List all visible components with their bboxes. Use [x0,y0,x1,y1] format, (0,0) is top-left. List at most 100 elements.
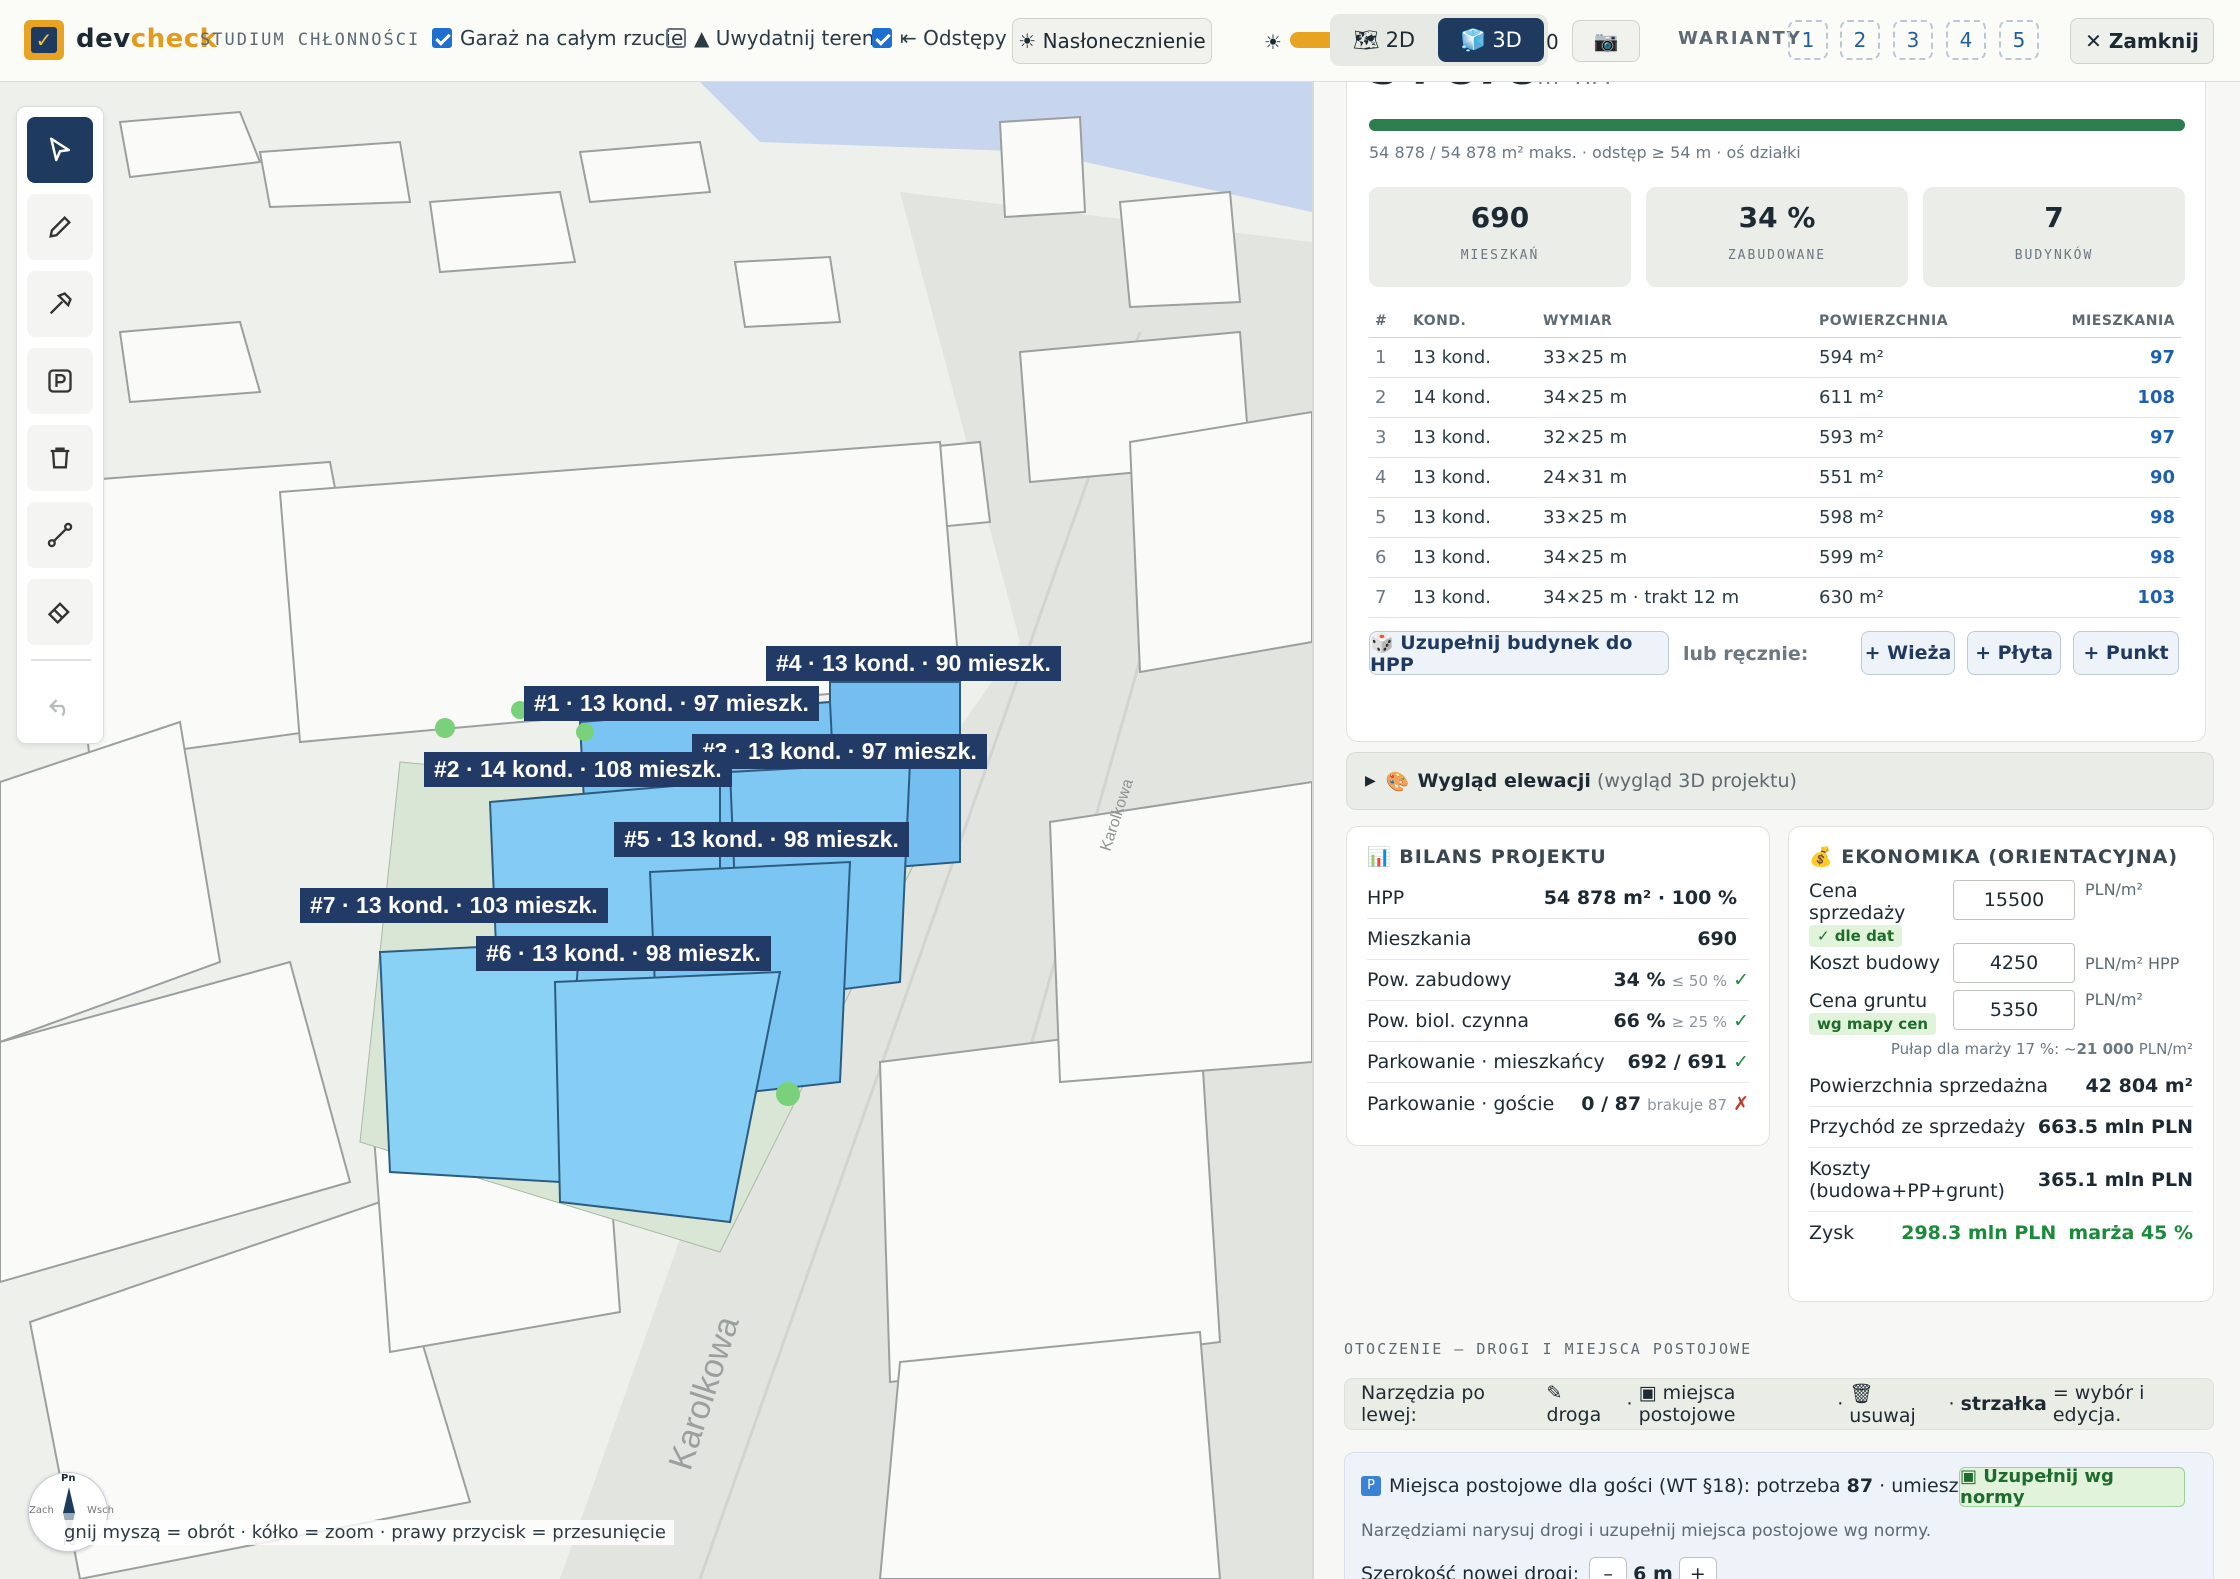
fill-parking-button[interactable]: ▣ Uzupełnij wg normy [1959,1466,2185,1508]
mode-3d-button[interactable]: 🧊 3D [1438,18,1544,62]
economics-title: 💰 EKONOMIKA (ORIENTACYJNA) [1809,846,2179,868]
variant-5-button[interactable]: 5 [1999,20,2039,60]
draw-road-tool-button[interactable] [27,194,93,260]
mode-2d-button[interactable]: 🗺 2D [1334,18,1434,62]
variant-2-button[interactable]: 2 [1840,20,1880,60]
add-point-button[interactable]: + Punkt [2073,631,2179,675]
pencil-icon [49,216,71,238]
road-width-minus-button[interactable]: – [1589,1557,1628,1579]
balance-card: 📊 BILANS PROJEKTU HPP 54 878 m² · 100 % M… [1346,826,1770,1146]
economics-card: 💰 EKONOMIKA (ORIENTACYJNA) Cena sprzedaż… [1788,826,2214,1302]
balance-row: Mieszkania 690 [1367,919,1749,960]
insolation-button[interactable]: ☀ Nasłonecznienie [1012,18,1212,64]
progress-caption: 54 878 / 54 878 m² maks. · odstęp ≥ 54 m… [1369,143,1801,162]
camera-icon: 📷 [1593,29,1619,53]
road-width-value: 6 m [1633,1563,1673,1579]
balance-row: Parkowanie · mieszkańcy 692 / 691 ✓ [1367,1042,1749,1083]
econ-row: Koszty (budowa+PP+grunt) 365.1 mln PLN [1809,1148,2193,1212]
buildings-table: # KOND. WYMIAR POWIERZCHNIA MIESZKANIA 1… [1369,305,2181,618]
checkbox-icon[interactable] [666,28,686,48]
parking-tool-button[interactable] [27,348,93,414]
table-row[interactable]: 4 13 kond. 24×31 m 551 m² 90 [1369,457,2181,498]
compass-needle-icon [63,1487,75,1513]
expand-triangle-icon: ▶ [1365,773,1376,789]
stat-buildings: 7 BUDYNKÓW [1923,187,2185,287]
table-row[interactable]: 3 13 kond. 32×25 m 593 m² 97 [1369,417,2181,458]
fill-building-button[interactable]: 🎲 Uzupełnij budynek do HPP [1369,631,1669,676]
fail-icon: ✗ [1733,1092,1749,1115]
data-tag: ✓ dle dat [1809,925,1903,947]
stat-built-area: 34 % ZABUDOWANE [1646,187,1908,287]
view-mode-toggle: 🗺 2D 🧊 3D [1330,14,1548,66]
eraser-icon [47,602,70,625]
path-tool-button[interactable] [27,502,93,568]
econ-row: Powierzchnia sprzedażna 42 804 m² [1809,1066,2193,1107]
add-tower-button[interactable]: + Wieża [1861,631,1955,675]
building-label[interactable]: #1 · 13 kond. · 97 mieszk. [524,686,819,721]
road-width-plus-button[interactable]: + [1678,1557,1717,1579]
building-label[interactable]: #5 · 13 kond. · 98 mieszk. [614,822,909,857]
sale-price-row: Cena sprzedaży ✓ dle dat 15500 PLN/m² [1809,880,2143,947]
building-label[interactable]: #7 · 13 kond. · 103 mieszk. [300,888,608,923]
spacing-checkbox[interactable]: ⇤ Odstępy [872,26,1007,50]
balance-title: 📊 BILANS PROJEKTU [1367,846,1607,868]
econ-row: Przychód ze sprzedaży 663.5 mln PLN [1809,1107,2193,1148]
hammer-icon [49,292,72,315]
checkbox-icon[interactable] [432,28,452,48]
land-price-input[interactable]: 5350 [1953,990,2075,1030]
camera-button[interactable]: 📷 [1572,20,1640,62]
garage-checkbox[interactable]: Garaż na całym rzucie [432,26,683,50]
surroundings-title: OTOCZENIE — DROGI I MIEJSCA POSTOJOWE [1344,1340,1753,1358]
guest-parking-status: P Miejsca postojowe dla gości (WT §18): … [1361,1475,2034,1497]
map-3d-view[interactable]: Karolkowa Karolkowa #4 · 13 kond. · 90 m… [0,82,1312,1579]
table-row[interactable]: 5 13 kond. 33×25 m 598 m² 98 [1369,497,2181,538]
variant-3-button[interactable]: 3 [1893,20,1933,60]
sun-value: 0 [1546,30,1559,54]
building-label[interactable]: #4 · 13 kond. · 90 mieszk. [766,646,1061,681]
table-row[interactable]: 2 14 kond. 34×25 m 611 m² 108 [1369,377,2181,418]
balance-row: Parkowanie · goście 0 / 87 brakuje 87 ✗ [1367,1092,1749,1115]
map-icon: 🗺 [1352,27,1380,52]
variant-4-button[interactable]: 4 [1946,20,1986,60]
cube-icon: 🧊 [1460,27,1487,52]
select-tool-button[interactable] [27,117,93,183]
hammer-tool-button[interactable] [27,271,93,337]
parking-icon [48,369,72,393]
app-subtitle: STUDIUM CHŁONNOŚCI [200,30,421,50]
brand-name: devcheck [76,24,218,54]
undo-button[interactable] [27,673,93,739]
building-label[interactable]: #2 · 14 kond. · 108 mieszk. [424,752,732,787]
ok-icon: ✓ [1733,1051,1749,1073]
tools-hint: Narzędzia po lewej: ✎ droga · ▣ miejsca … [1344,1378,2214,1430]
table-row[interactable]: 6 13 kond. 34×25 m 599 m² 98 [1369,537,2181,578]
elevation-section[interactable]: ▶ 🎨 Wygląd elewacji (wygląd 3D projektu) [1346,752,2214,810]
table-row[interactable]: 1 13 kond. 33×25 m 594 m² 97 [1369,337,2181,378]
parking-icon: P [1361,1476,1381,1496]
stat-apartments: 690 MIESZKAŃ [1369,187,1631,287]
hpp-progress-bar [1369,119,2185,131]
sale-price-input[interactable]: 15500 [1953,880,2075,920]
arrow-pointer-icon [50,137,70,162]
building-label[interactable]: #6 · 13 kond. · 98 mieszk. [476,936,771,971]
checkbox-icon[interactable] [872,28,892,48]
palette-icon: 🎨 [1385,770,1410,793]
delete-tool-button[interactable] [27,425,93,491]
add-slab-button[interactable]: + Płyta [1967,631,2061,675]
guest-parking-hint: Narzędziami narysuj drogi i uzupełnij mi… [1361,1521,1932,1541]
trash-icon [50,447,70,469]
building-7[interactable] [378,940,582,1184]
close-button[interactable]: ✕ Zamknij [2070,18,2214,64]
land-price-row: Cena gruntu wg mapy cen 5350 PLN/m² [1809,990,2143,1035]
path-icon [47,522,73,548]
drawing-toolbar [16,106,104,744]
sun-icon: ☀ [1264,30,1282,54]
eraser-tool-button[interactable] [27,579,93,645]
navigation-hint: gnij myszą = obrót · kółko = zoom · praw… [56,1520,674,1545]
variant-1-button[interactable]: 1 [1788,20,1828,60]
ok-icon: ✓ [1733,969,1749,991]
table-row[interactable]: 7 13 kond. 34×25 m · trakt 12 m 630 m² 103 [1369,577,2181,618]
terrain-checkbox[interactable]: ▲ Uwydatnij teren [666,26,874,50]
app-logo: ✓ [24,20,64,60]
building-label[interactable]: #3 · 13 kond. · 97 mieszk. [692,734,987,769]
build-cost-input[interactable]: 4250 [1953,943,2075,983]
